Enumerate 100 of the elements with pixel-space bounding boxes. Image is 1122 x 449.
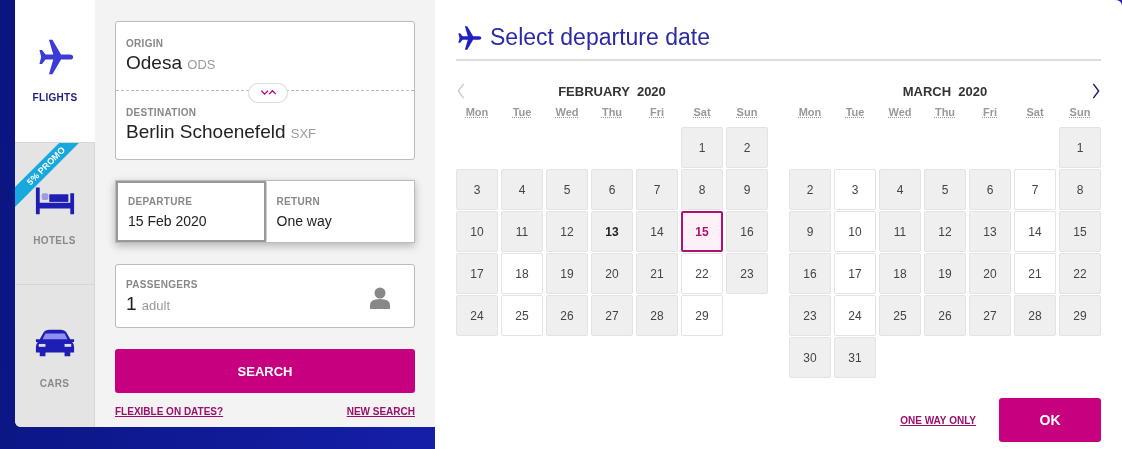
calendar-day[interactable]: 23 (789, 295, 831, 336)
field-label: RETURN (276, 196, 321, 207)
calendar-day[interactable]: 9 (726, 169, 768, 210)
ok-button[interactable]: OK (999, 398, 1101, 442)
month-title: FEBRUARY 2020 (558, 83, 666, 99)
calendar-day[interactable]: 5 (924, 169, 966, 210)
weekday-label: Fri (648, 106, 666, 118)
calendar-day[interactable]: 15 (1059, 211, 1101, 252)
calendar-day[interactable]: 3 (834, 169, 876, 210)
calendar-day[interactable]: 17 (834, 253, 876, 294)
calendar-day[interactable]: 10 (834, 211, 876, 252)
calendar-day[interactable]: 1 (681, 127, 723, 168)
calendar-day[interactable]: 16 (726, 211, 768, 252)
weekday-label: Sun (735, 106, 759, 118)
weekday-label: Wed (554, 106, 580, 118)
next-month-icon[interactable] (1091, 83, 1101, 99)
passengers-field[interactable]: PASSENGERS 1 adult (115, 264, 415, 328)
calendar-day[interactable]: 1 (1059, 127, 1101, 168)
calendar-day[interactable]: 18 (879, 253, 921, 294)
calendar-day[interactable]: 19 (924, 253, 966, 294)
calendar-day[interactable]: 22 (1059, 253, 1101, 294)
nav-tab[interactable]: FLIGHTS (15, 0, 95, 142)
calendar-day[interactable]: 14 (1014, 211, 1056, 252)
calendar-day[interactable]: 13 (591, 211, 633, 252)
calendar-day[interactable]: 23 (726, 253, 768, 294)
calendar-day[interactable]: 24 (834, 295, 876, 336)
calendar-day[interactable]: 25 (879, 295, 921, 336)
nav-label: FLIGHTS (32, 92, 78, 104)
calendar-day[interactable]: 31 (834, 337, 876, 378)
calendar-day[interactable]: 28 (636, 295, 678, 336)
month-title: MARCH 2020 (902, 83, 988, 99)
calendar-day[interactable]: 19 (546, 253, 588, 294)
calendar-day[interactable]: 26 (924, 295, 966, 336)
calendar-day[interactable]: 21 (636, 253, 678, 294)
calendar-day[interactable]: 15 (681, 211, 723, 252)
calendar-day[interactable]: 17 (456, 253, 498, 294)
person-icon (370, 287, 390, 309)
field-value: 1 adult (126, 293, 172, 315)
one-way-link[interactable]: ONE WAY ONLY (900, 414, 976, 426)
field-label: PASSENGERS (126, 279, 198, 290)
calendar-title: Select departure date (490, 24, 710, 51)
calendar-day[interactable]: 13 (969, 211, 1011, 252)
calendar-day[interactable]: 6 (591, 169, 633, 210)
airplane-icon (456, 24, 482, 51)
calendar-day[interactable]: 25 (501, 295, 543, 336)
origin-field[interactable]: ORIGIN Odesa ODS (116, 22, 414, 90)
calendar-day[interactable]: 29 (681, 295, 723, 336)
calendar-day[interactable]: 8 (1059, 169, 1101, 210)
weekday-label: Tue (511, 106, 533, 118)
calendar-day[interactable]: 20 (591, 253, 633, 294)
search-button[interactable]: SEARCH (115, 349, 415, 393)
calendar-day[interactable]: 27 (591, 295, 633, 336)
calendar-day[interactable]: 16 (789, 253, 831, 294)
weekday-label: Fri (981, 106, 999, 118)
calendar-day[interactable]: 12 (546, 211, 588, 252)
calendar-day[interactable]: 21 (1014, 253, 1056, 294)
weekday-label: Mon (797, 106, 823, 118)
weekday-label: Wed (887, 106, 913, 118)
calendar-day[interactable]: 9 (789, 211, 831, 252)
nav-label: HOTELS (33, 235, 76, 246)
calendar-day[interactable]: 10 (456, 211, 498, 252)
calendar-day[interactable]: 12 (924, 211, 966, 252)
calendar-day[interactable]: 6 (969, 169, 1011, 210)
calendar-day[interactable]: 24 (456, 295, 498, 336)
calendar-day[interactable]: 5 (546, 169, 588, 210)
field-label: ORIGIN (126, 38, 165, 49)
return-field[interactable]: RETURN One way (265, 181, 414, 242)
calendar-day[interactable]: 7 (1014, 169, 1056, 210)
calendar-day[interactable]: 14 (636, 211, 678, 252)
link[interactable]: FLEXIBLE ON DATES? (115, 406, 224, 417)
calendar-day[interactable]: 3 (456, 169, 498, 210)
weekday-label: Tue (844, 106, 866, 118)
departure-field[interactable]: DEPARTURE 15 Feb 2020 (116, 181, 266, 242)
field-value: 15 Feb 2020 (128, 213, 208, 229)
calendar-day[interactable]: 8 (681, 169, 723, 210)
calendar-day[interactable]: 30 (789, 337, 831, 378)
calendar-day[interactable]: 20 (969, 253, 1011, 294)
calendar-day[interactable]: 4 (501, 169, 543, 210)
calendar-day[interactable]: 26 (546, 295, 588, 336)
calendar-day[interactable]: 2 (726, 127, 768, 168)
weekday-label: Sat (692, 106, 712, 118)
calendar-day[interactable]: 28 (1014, 295, 1056, 336)
calendar-day[interactable]: 11 (879, 211, 921, 252)
calendar-day[interactable]: 4 (879, 169, 921, 210)
field-value: Berlin Schoenefeld SXF (126, 121, 318, 143)
field-value: Odesa ODS (126, 52, 217, 74)
calendar-day[interactable]: 7 (636, 169, 678, 210)
field-value: One way (276, 213, 333, 229)
calendar-day[interactable]: 18 (501, 253, 543, 294)
field-label: DEPARTURE (128, 196, 194, 207)
weekday-label: Thu (600, 106, 624, 118)
link[interactable]: NEW SEARCH (346, 406, 415, 417)
calendar-day[interactable]: 29 (1059, 295, 1101, 336)
swap-icon[interactable] (248, 83, 288, 103)
calendar-day[interactable]: 27 (969, 295, 1011, 336)
calendar-day[interactable]: 2 (789, 169, 831, 210)
destination-field[interactable]: DESTINATION Berlin Schoenefeld SXF (116, 91, 414, 159)
calendar-day[interactable]: 22 (681, 253, 723, 294)
weekday-label: Thu (933, 106, 957, 118)
calendar-day[interactable]: 11 (501, 211, 543, 252)
